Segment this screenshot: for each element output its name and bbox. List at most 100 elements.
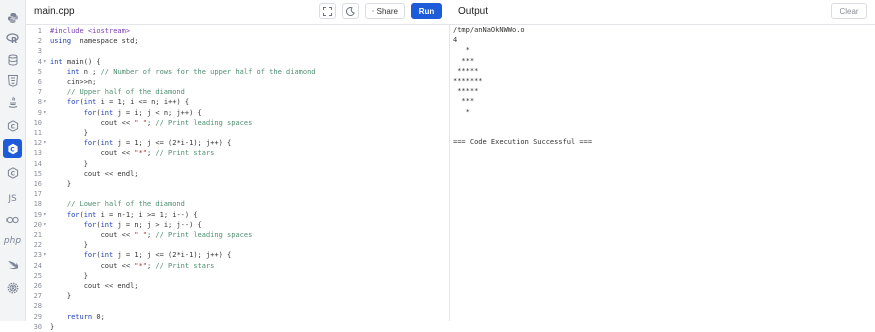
file-tab[interactable]: main.cpp	[34, 6, 75, 17]
code-token: i = n-1; i >= 1; i--) {	[96, 211, 197, 219]
code-token: // Print stars	[155, 149, 214, 157]
code-token: int	[101, 251, 114, 259]
code-token: }	[50, 323, 54, 331]
fold-toggle-icon[interactable]: ▾	[43, 108, 47, 118]
code-text: // Upper half of the diamond	[50, 87, 185, 97]
fold-toggle-icon[interactable]: ▾	[43, 210, 47, 220]
code-text: int n ; // Number of rows for the upper …	[50, 67, 316, 77]
sql-icon[interactable]	[3, 50, 22, 69]
line-number: 26	[26, 281, 42, 291]
cpp-icon[interactable]: C	[3, 139, 22, 158]
clear-label: Clear	[839, 7, 858, 16]
output-line: 4	[453, 35, 457, 45]
line-number: 7	[26, 87, 42, 97]
output-line: /tmp/anNaOkNWWo.o	[453, 25, 525, 35]
php-label: php	[4, 236, 21, 246]
line-number: 23	[26, 250, 42, 260]
code-token: cout <<	[50, 149, 134, 157]
language-sidebar: R C C C JS php R	[0, 0, 26, 321]
line-number: 30	[26, 322, 42, 332]
javascript-icon[interactable]: JS	[3, 189, 22, 208]
code-text: return 0;	[50, 312, 105, 322]
line-number: 15	[26, 169, 42, 179]
code-text: for(int i = 1; i <= n; i++) {	[50, 97, 189, 107]
code-text: cout << " "; // Print leading spaces	[50, 230, 252, 240]
code-token: namespace std;	[71, 37, 138, 45]
line-number: 21	[26, 230, 42, 240]
output-line: ***	[453, 56, 474, 66]
line-number: 13	[26, 148, 42, 158]
clear-button[interactable]: Clear	[831, 3, 867, 19]
line-number: 1	[26, 26, 42, 36]
fold-toggle-icon[interactable]: ▾	[43, 97, 47, 107]
code-text: int main() {	[50, 57, 101, 67]
code-text: for(int j = 1; j <= (2*i-1); j++) {	[50, 250, 231, 260]
code-text: cin>>n;	[50, 77, 96, 87]
share-icon	[372, 7, 374, 15]
code-token: int	[50, 58, 63, 66]
code-token	[50, 313, 67, 321]
java-icon[interactable]	[3, 92, 22, 111]
php-icon[interactable]: php	[3, 231, 22, 250]
share-button[interactable]: Share	[365, 3, 405, 19]
code-token: // Number of rows for the upper half of …	[101, 68, 316, 76]
moon-icon[interactable]	[342, 3, 359, 19]
code-token: }	[50, 241, 88, 249]
python-icon[interactable]	[3, 8, 22, 27]
line-number: 10	[26, 118, 42, 128]
code-token: int	[67, 68, 80, 76]
code-text: }	[50, 179, 71, 189]
code-token: }	[50, 180, 71, 188]
code-token: " "	[134, 231, 147, 239]
code-token: for	[67, 98, 80, 106]
expand-icon[interactable]	[319, 3, 336, 19]
code-token: i = 1; i <= n; i++) {	[96, 98, 189, 106]
output-title: Output	[458, 6, 488, 17]
r-icon[interactable]: R	[3, 29, 22, 48]
code-text: cout << endl;	[50, 169, 139, 179]
line-number: 14	[26, 159, 42, 169]
output-line: *	[453, 45, 470, 55]
code-text: for(int j = n; j > i; j--) {	[50, 220, 202, 230]
line-number: 9	[26, 108, 42, 118]
fold-toggle-icon[interactable]: ▾	[43, 250, 47, 260]
code-token: cout <<	[50, 119, 134, 127]
run-button[interactable]: Run	[411, 3, 442, 19]
fold-toggle-icon[interactable]: ▾	[43, 138, 47, 148]
code-token: "*"	[134, 262, 147, 270]
code-token: for	[84, 109, 97, 117]
code-text: // Lower half of the diamond	[50, 199, 185, 209]
code-text: }	[50, 271, 88, 281]
code-token	[50, 98, 67, 106]
code-token: // Print leading spaces	[155, 231, 252, 239]
swift-icon[interactable]	[3, 255, 22, 274]
code-token: for	[84, 251, 97, 259]
svg-text:R: R	[11, 36, 17, 44]
line-number: 29	[26, 312, 42, 322]
top-bar: main.cpp Share Run Output Clear	[26, 0, 875, 25]
code-text: for(int i = n-1; i >= 1; i--) {	[50, 210, 198, 220]
c-icon[interactable]: C	[3, 116, 22, 135]
code-token: }	[50, 129, 88, 137]
line-number: 25	[26, 271, 42, 281]
fold-toggle-icon[interactable]: ▾	[43, 57, 47, 67]
html5-icon[interactable]	[3, 71, 22, 90]
output-line: *****	[453, 66, 478, 76]
code-token: j = 1; j <= (2*i-1); j++) {	[113, 139, 231, 147]
javascript-label: JS	[8, 194, 16, 204]
code-token	[50, 139, 84, 147]
code-text: }	[50, 322, 54, 332]
code-editor[interactable]: 1#include <iostream>2using namespace std…	[26, 25, 449, 321]
code-text: #include <iostream>	[50, 26, 130, 36]
code-token: for	[84, 139, 97, 147]
fold-toggle-icon[interactable]: ▾	[43, 220, 47, 230]
svg-text:R: R	[11, 286, 15, 292]
code-text: cout << "*"; // Print stars	[50, 261, 214, 271]
rust-icon[interactable]: R	[3, 278, 22, 297]
line-number: 19	[26, 210, 42, 220]
output-panel: /tmp/anNaOkNWWo.o4 * *** ************ **…	[450, 25, 875, 321]
share-label: Share	[377, 7, 398, 16]
csharp-icon[interactable]: C	[3, 163, 22, 182]
go-icon[interactable]	[3, 210, 22, 229]
code-text: }	[50, 128, 88, 138]
